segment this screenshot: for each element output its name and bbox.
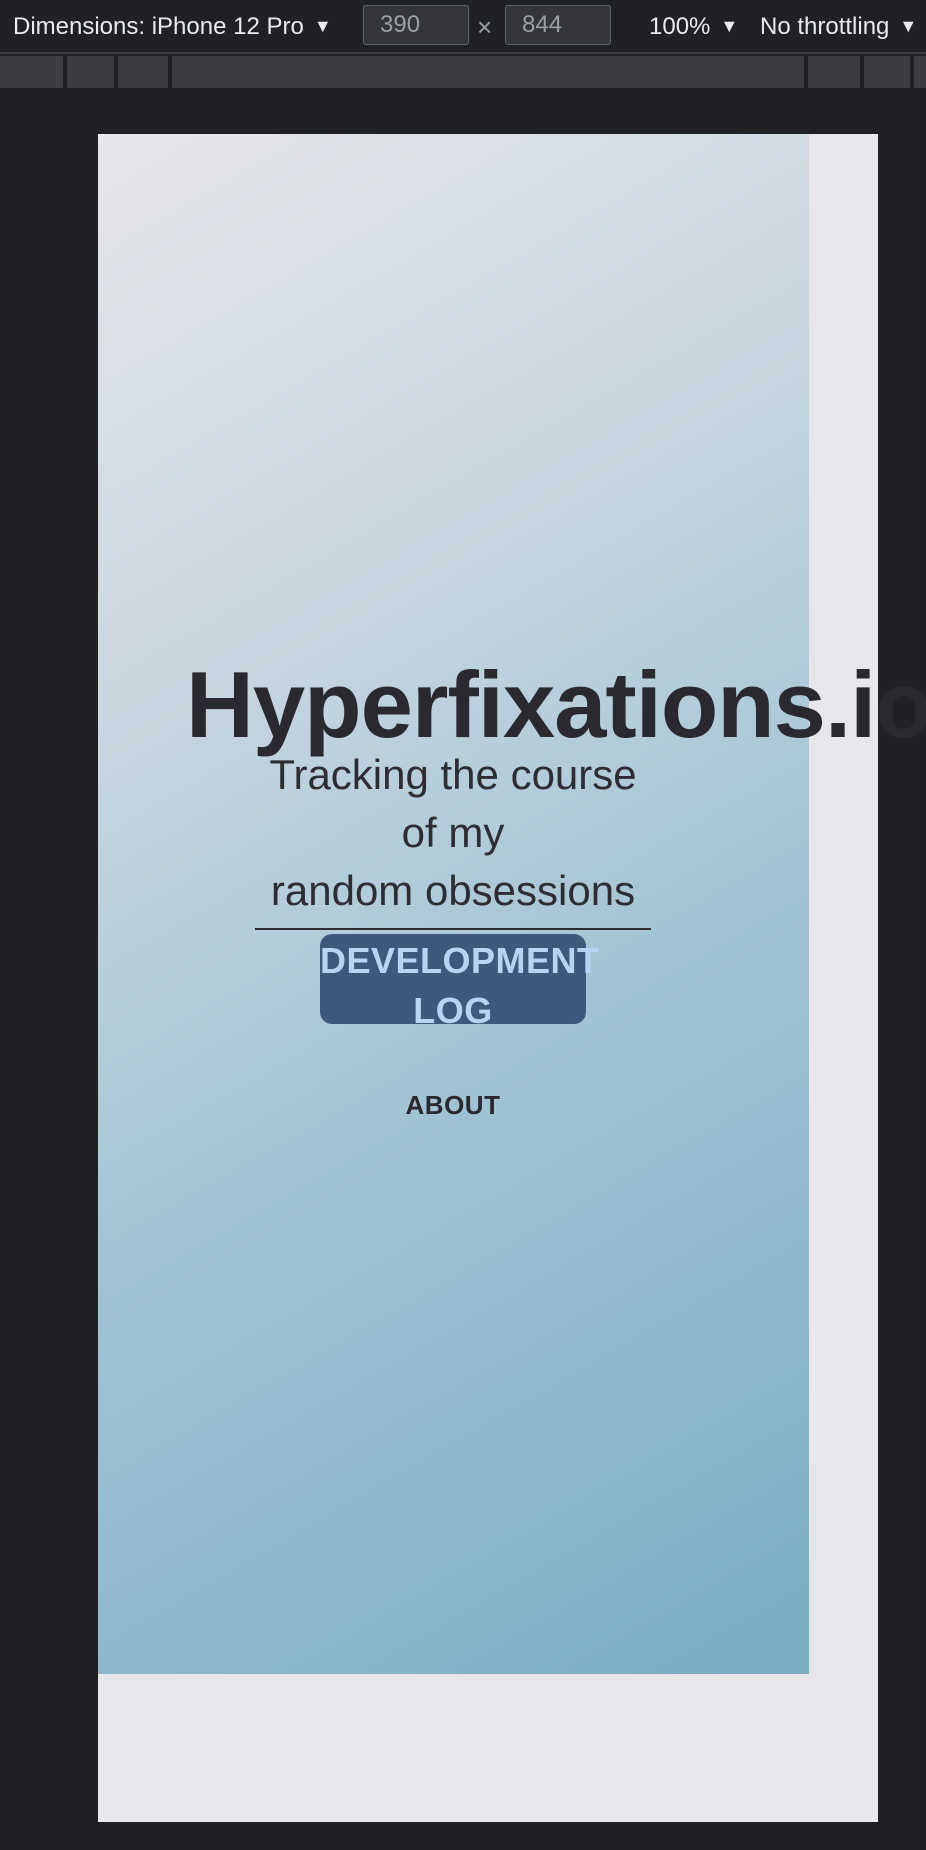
media-query-bar[interactable] <box>0 56 926 88</box>
chevron-down-icon: ▼ <box>313 16 332 36</box>
throttling-dropdown[interactable]: No throttling ▼ <box>760 9 917 44</box>
zoom-dropdown[interactable]: 100% ▼ <box>649 9 738 44</box>
zoom-label: 100% <box>649 13 711 40</box>
chevron-down-icon: ▼ <box>899 16 918 36</box>
tagline: Tracking the course of my random obsessi… <box>253 746 653 936</box>
media-query-divider <box>860 56 864 88</box>
media-query-divider <box>910 56 914 88</box>
device-toolbar: Dimensions: iPhone 12 Pro ▼ 390 × 844 100… <box>0 0 926 54</box>
development-log-label-line-1: DEVELOPMENT <box>320 940 600 981</box>
tagline-line-2: random obsessions <box>254 862 652 930</box>
media-query-divider <box>63 56 67 88</box>
about-link[interactable]: ABOUT <box>320 1090 586 1121</box>
tagline-line-1: Tracking the course of my <box>269 751 637 856</box>
times-icon: × <box>477 12 493 42</box>
media-query-divider <box>804 56 808 88</box>
development-log-label-line-2: LOG <box>413 990 493 1031</box>
height-input[interactable]: 844 <box>505 5 611 45</box>
site-title: Hyperfixations.io <box>186 652 926 757</box>
device-dimensions-dropdown[interactable]: Dimensions: iPhone 12 Pro ▼ <box>13 9 332 44</box>
media-query-divider <box>168 56 172 88</box>
devtools-window: Dimensions: iPhone 12 Pro ▼ 390 × 844 100… <box>0 0 926 1850</box>
throttling-label: No throttling <box>760 13 890 40</box>
development-log-button[interactable]: DEVELOPMENT LOG <box>320 934 600 1031</box>
device-dimensions-label: Dimensions: iPhone 12 Pro <box>13 13 304 40</box>
chevron-down-icon: ▼ <box>720 16 739 36</box>
device-viewport: Hyperfixations.io Tracking the course of… <box>98 134 926 1822</box>
media-query-divider <box>114 56 118 88</box>
width-input[interactable]: 390 <box>363 5 469 45</box>
